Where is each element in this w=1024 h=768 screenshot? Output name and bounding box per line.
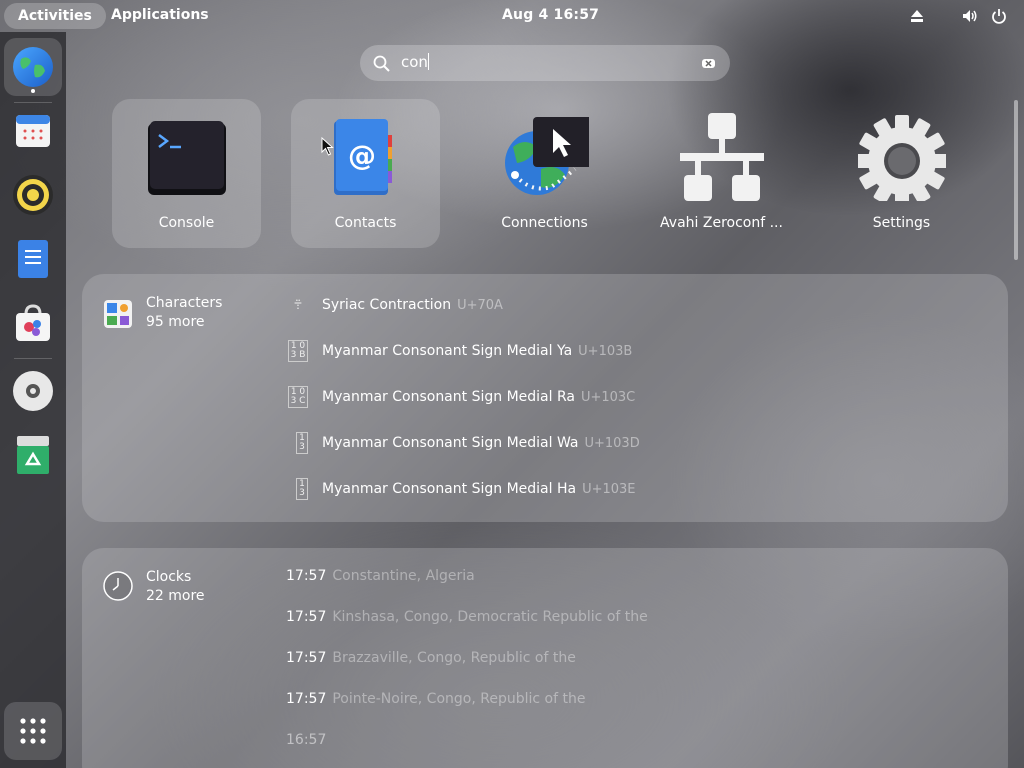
character-name: Myanmar Consonant Sign Medial Ra [322,389,575,405]
character-code: U+103E [582,481,636,497]
dash-separator [14,358,52,359]
provider-name[interactable]: Characters [146,294,222,313]
character-name: Myanmar Consonant Sign Medial Wa [322,435,579,451]
clock-location: Constantine, Algeria [332,568,475,584]
app-contacts[interactable]: @ Contacts [291,99,440,248]
clock-location: Pointe-Noire, Congo, Republic of the [332,691,586,707]
provider-name[interactable]: Clocks [146,568,191,587]
clock-result[interactable]: 17:57 Kinshasa, Congo, Democratic Republ… [286,609,648,629]
gear-icon [858,115,946,201]
character-code: U+103B [578,343,633,359]
scrollbar[interactable] [1014,100,1018,260]
dash-item-calendar[interactable] [4,102,62,160]
dash-item-web-browser[interactable] [4,38,62,96]
character-name: Syriac Contraction [322,297,452,313]
clock-result[interactable]: 17:57 Pointe-Noire, Congo, Republic of t… [286,691,585,711]
mouse-pointer-icon [321,137,334,156]
shopping-bag-icon [16,304,50,341]
app-label: Settings [872,215,931,231]
character-glyph: 1 3 [296,432,308,454]
globe-icon [13,47,53,87]
clock-result[interactable]: 17:57 Brazzaville, Congo, Republic of th… [286,650,576,670]
volume-icon[interactable] [962,8,978,24]
dash-item-trash[interactable] [4,426,62,484]
app-label: Avahi Zeroconf ... [660,215,783,231]
search-entry[interactable]: con [360,45,730,81]
recycle-icon [17,436,49,474]
app-connections[interactable]: Connections [470,99,619,248]
character-glyph: ܊ [294,297,302,313]
clock-result[interactable]: 16:57 [286,732,332,752]
clock-time: 17:57 [286,568,327,584]
clock-time: 17:57 [286,609,327,625]
clock-icon[interactable] [102,570,134,602]
character-name: Myanmar Consonant Sign Medial Ya [322,343,573,359]
applications-menu[interactable]: Applications [111,7,209,23]
more-results[interactable]: 95 more [146,313,205,332]
clock-location: Kinshasa, Congo, Democratic Republic of … [332,609,648,625]
clock-time: 17:57 [286,650,327,666]
app-label: Console [158,215,215,231]
characters-app-icon[interactable] [102,298,134,330]
date-time[interactable]: Aug 4 16:57 [502,7,599,23]
disc-icon [13,371,53,411]
terminal-icon [148,121,226,195]
app-settings[interactable]: Settings [827,99,976,248]
dash-item-text-editor[interactable] [4,230,62,288]
clock-time: 16:57 [286,732,327,748]
eject-icon[interactable] [909,8,925,24]
character-code: U+103D [584,435,640,451]
dash [0,32,66,768]
clear-icon[interactable] [701,56,716,71]
top-bar: Activities Applications Aug 4 16:57 [0,0,1024,32]
more-results[interactable]: 22 more [146,587,205,606]
network-icon [680,113,764,201]
character-glyph: 1 3 [296,478,308,500]
app-console[interactable]: Console [112,99,261,248]
app-label: Connections [501,215,588,231]
character-code: U+103C [580,389,636,405]
character-result[interactable]: ܊ Syriac Contraction U+70A [286,294,503,316]
contacts-icon: @ [334,119,392,195]
character-glyph: 1 0 3 C [288,386,308,408]
grid-icon [20,718,46,744]
app-label: Contacts [334,215,397,231]
calendar-icon [16,115,50,147]
character-result[interactable]: 1 0 3 C Myanmar Consonant Sign Medial Ra… [286,386,635,408]
activities-button[interactable]: Activities [4,3,106,29]
dash-item-software[interactable] [4,294,62,352]
app-avahi-zeroconf[interactable]: Avahi Zeroconf ... [647,99,796,248]
character-result[interactable]: 1 3 Myanmar Consonant Sign Medial Wa U+1… [286,432,640,454]
search-icon [373,55,390,72]
clock-location: Brazzaville, Congo, Republic of the [332,650,576,666]
clocks-results: Clocks 22 more 17:57 Constantine, Algeri… [82,548,1008,768]
character-result[interactable]: 1 3 Myanmar Consonant Sign Medial Ha U+1… [286,478,636,500]
svg-text:@: @ [348,139,376,172]
document-icon [18,240,48,278]
character-name: Myanmar Consonant Sign Medial Ha [322,481,577,497]
clock-time: 17:57 [286,691,327,707]
running-indicator [31,89,35,93]
power-icon[interactable] [991,8,1007,24]
connections-icon [505,117,589,195]
dash-item-disc[interactable] [4,362,62,420]
show-apps-button[interactable] [4,702,62,760]
character-glyph: 1 0 3 B [288,340,308,362]
character-result[interactable]: 1 0 3 B Myanmar Consonant Sign Medial Ya… [286,340,632,362]
search-input[interactable]: con [401,53,429,71]
speaker-icon [13,175,53,215]
dash-item-rhythmbox[interactable] [4,166,62,224]
clock-result[interactable]: 17:57 Constantine, Algeria [286,568,475,588]
characters-results: Characters 95 more ܊ Syriac Contraction … [82,274,1008,522]
character-code: U+70A [457,297,503,313]
